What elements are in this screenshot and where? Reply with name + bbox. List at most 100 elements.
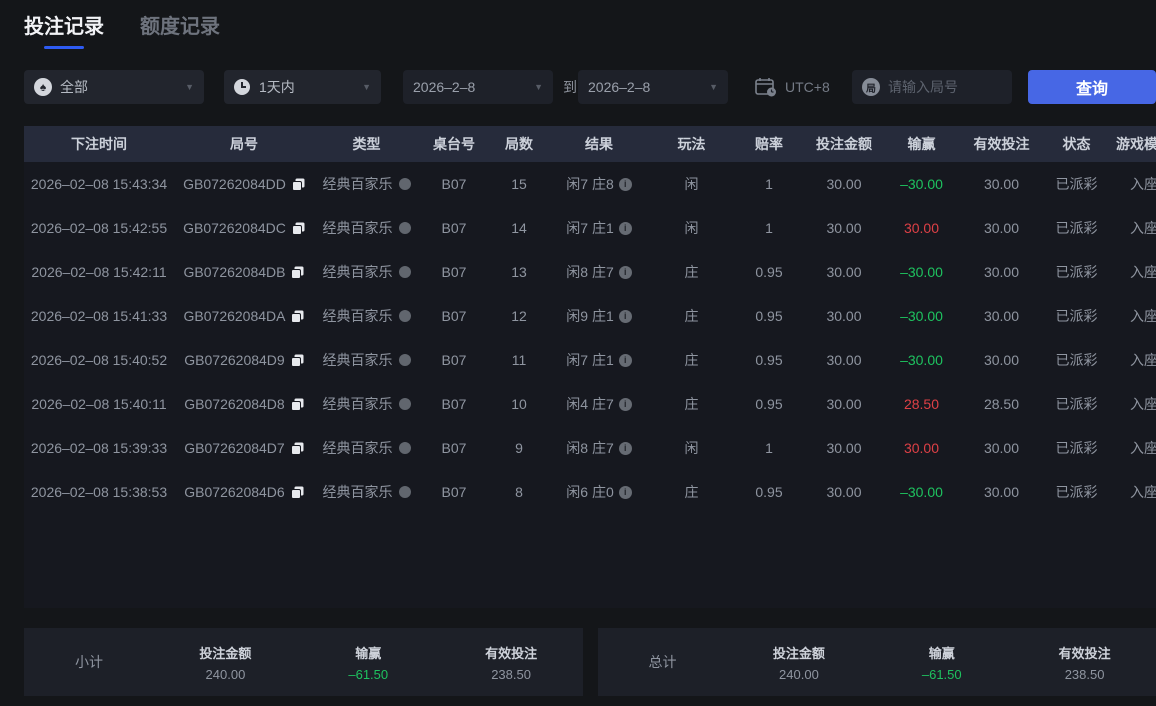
result-info-icon[interactable]: i: [618, 265, 632, 279]
game-provider-dot-icon: [398, 442, 411, 454]
result-info-icon[interactable]: i: [618, 397, 632, 411]
round-number-icon: 局: [862, 78, 880, 96]
cell-time: 2026–02–08 15:40:11: [31, 396, 167, 412]
cell-win: 28.50: [903, 396, 940, 412]
tab-quota-records[interactable]: 额度记录: [140, 10, 220, 49]
table-body: 2026–02–08 15:43:34 GB07262084DD 经典百家乐 B07 1…: [24, 162, 1156, 514]
cell-type: 经典百家乐: [314, 218, 419, 238]
time-range-select[interactable]: 1天内 ▼: [224, 70, 381, 104]
table-row: 2026–02–08 15:43:34 GB07262084DD 经典百家乐 B07 1…: [24, 162, 1156, 206]
game-type-value: 全部: [60, 79, 88, 95]
copy-icon[interactable]: [290, 354, 304, 367]
chevron-down-icon: ▼: [362, 82, 371, 92]
cell-status: 已派彩: [1055, 484, 1098, 500]
calendar-clock-icon: [755, 77, 777, 97]
round-id-field: 局: [852, 70, 1012, 104]
cell-valid: 28.50: [983, 396, 1020, 412]
cell-round_id: GB07262084D6: [174, 484, 314, 500]
cell-mode: 入座: [1130, 220, 1156, 236]
cell-status: 已派彩: [1055, 308, 1098, 324]
column-header-status: 状态: [1062, 136, 1091, 152]
cell-type: 经典百家乐: [314, 306, 419, 326]
result-info-icon[interactable]: i: [618, 441, 632, 455]
cell-status: 已派彩: [1055, 352, 1098, 368]
result-info-icon[interactable]: i: [618, 485, 632, 499]
result-info-icon[interactable]: i: [618, 309, 632, 323]
cell-round_id: GB07262084D8: [174, 396, 314, 412]
time-range-value: 1天内: [259, 79, 295, 95]
cell-round: 9: [515, 440, 523, 456]
cell-time: 2026–02–08 15:42:11: [31, 264, 167, 280]
cell-table_no: B07: [441, 440, 467, 456]
cell-odds: 0.95: [755, 484, 783, 500]
cell-valid: 30.00: [983, 352, 1020, 368]
copy-icon[interactable]: [290, 486, 304, 499]
cell-type: 经典百家乐: [314, 482, 419, 502]
copy-icon[interactable]: [291, 222, 305, 235]
copy-icon[interactable]: [291, 266, 304, 279]
cell-mode: 入座: [1130, 176, 1156, 192]
copy-icon[interactable]: [291, 178, 305, 191]
result-info-icon[interactable]: i: [618, 221, 632, 235]
betting-records-page: 投注记录 额度记录 ♠ 全部 ▼ 1天内 ▼ 2026–2–8 ▼ 到 2026…: [0, 0, 1156, 706]
cell-time: 2026–02–08 15:40:52: [30, 352, 168, 368]
cell-round: 8: [515, 484, 523, 500]
cell-status: 已派彩: [1055, 264, 1098, 280]
cell-valid: 30.00: [983, 220, 1020, 236]
copy-icon[interactable]: [290, 398, 304, 411]
cell-time: 2026–02–08 15:43:34: [30, 176, 168, 192]
start-date-select[interactable]: 2026–2–8 ▼: [403, 70, 553, 104]
chevron-down-icon: ▼: [534, 82, 543, 92]
game-type-select[interactable]: ♠ 全部 ▼: [24, 70, 204, 104]
total-valid-bet: 有效投注 238.50: [1058, 645, 1111, 682]
game-provider-dot-icon: [398, 178, 411, 190]
cell-bet: 30.00: [826, 176, 862, 192]
total-bet-amount: 投注金额 240.00: [772, 645, 825, 682]
copy-icon[interactable]: [291, 310, 304, 323]
cell-play: 闲: [684, 176, 699, 192]
end-date-select[interactable]: 2026–2–8 ▼: [578, 70, 728, 104]
game-provider-dot-icon: [398, 310, 411, 322]
column-header-table_no: 桌台号: [433, 136, 475, 152]
cell-round: 13: [511, 264, 527, 280]
cell-time: 2026–02–08 15:39:33: [30, 440, 168, 456]
result-info-icon[interactable]: i: [618, 353, 632, 367]
cell-win: 30.00: [903, 440, 940, 456]
cell-valid: 30.00: [983, 264, 1020, 280]
cell-result: 闲6 庄0 i: [549, 482, 649, 502]
cell-odds: 0.95: [755, 396, 783, 412]
cell-win: –30.00: [900, 264, 943, 280]
cell-result: 闲8 庄7 i: [549, 438, 649, 458]
cell-result: 闲4 庄7 i: [549, 394, 649, 414]
cell-table_no: B07: [441, 220, 467, 236]
cell-table_no: B07: [441, 176, 467, 192]
cell-odds: 0.95: [755, 308, 783, 324]
table-row: 2026–02–08 15:41:33 GB07262084DA 经典百家乐 B07 1…: [24, 294, 1156, 338]
tab-betting-records[interactable]: 投注记录: [24, 10, 104, 49]
cell-round: 15: [511, 176, 527, 192]
table-row: 2026–02–08 15:39:33 GB07262084D7 经典百家乐 B07 9…: [24, 426, 1156, 470]
cell-type: 经典百家乐: [314, 174, 419, 194]
column-header-valid: 有效投注: [973, 136, 1030, 152]
result-info-icon[interactable]: i: [618, 177, 632, 191]
cell-table_no: B07: [441, 308, 467, 324]
cell-result: 闲7 庄1 i: [549, 350, 649, 370]
cell-mode: 入座: [1130, 308, 1156, 324]
betting-records-table: 下注时间 局号 类型 桌台号 局数 结果 玩法 赔率 投注金额 输赢 有效投注 状态 游戏模式 2026…: [24, 126, 1156, 608]
copy-icon[interactable]: [290, 442, 304, 455]
cell-round: 11: [511, 352, 527, 368]
cell-odds: 1: [765, 220, 773, 236]
column-header-time: 下注时间: [71, 136, 127, 152]
query-button[interactable]: 查询: [1028, 70, 1156, 104]
cell-play: 庄: [684, 484, 699, 500]
cell-bet: 30.00: [826, 264, 862, 280]
summary-section: 小计 投注金额 240.00 输赢 –61.50 有效投注 238.50 总计: [24, 628, 1156, 696]
subtotal-win-loss: 输赢 –61.50: [348, 645, 389, 682]
cell-valid: 30.00: [983, 308, 1020, 324]
round-id-input[interactable]: [888, 79, 998, 95]
cell-result: 闲9 庄1 i: [549, 306, 649, 326]
cell-round_id: GB07262084DC: [174, 220, 314, 236]
cell-result: 闲7 庄8 i: [549, 174, 649, 194]
cell-valid: 30.00: [983, 484, 1020, 500]
cell-play: 庄: [684, 264, 699, 280]
